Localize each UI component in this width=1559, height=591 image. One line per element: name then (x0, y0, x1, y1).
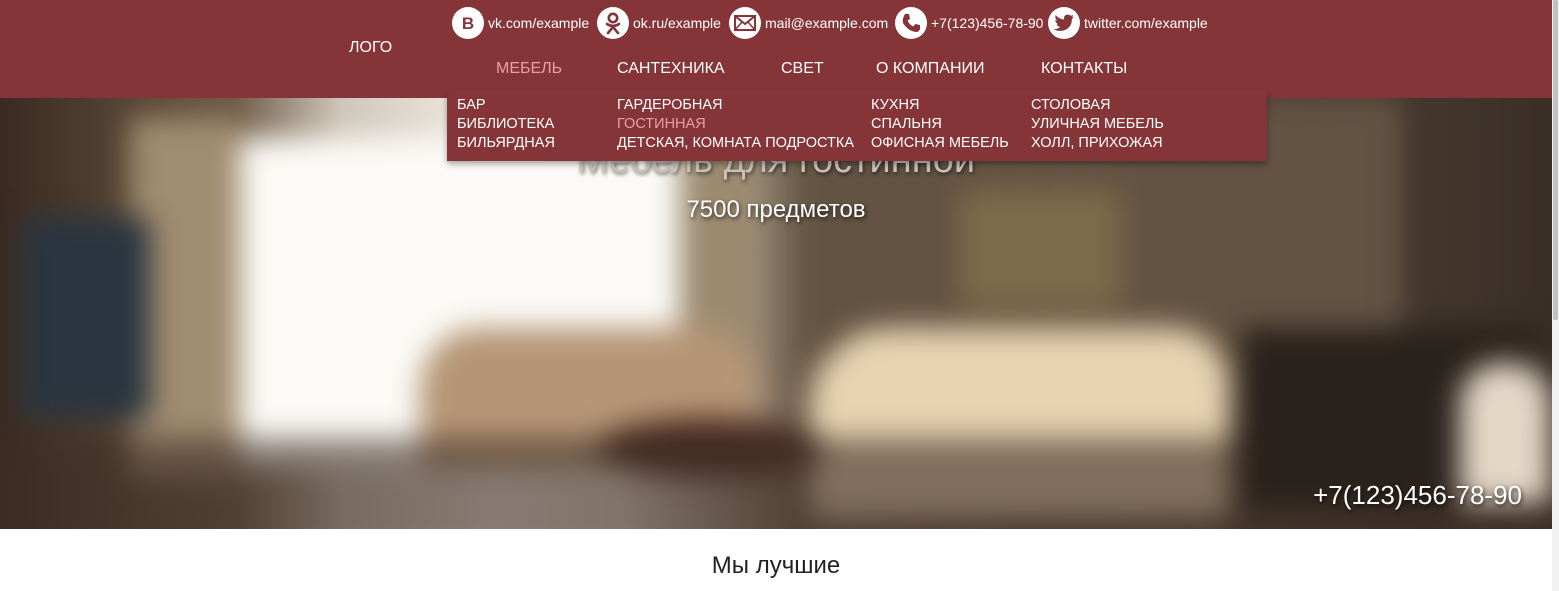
scrollbar-thumb[interactable] (1553, 0, 1558, 320)
twitter-icon (1048, 7, 1080, 39)
furniture-dropdown-menu: БАР БИБЛИОТЕКА БИЛЬЯРДНАЯ ГАРДЕРОБНАЯ ГО… (447, 90, 1267, 161)
contact-vk-text: vk.com/example (488, 15, 590, 31)
hero-phone[interactable]: +7(123)456-78-90 (1313, 480, 1522, 511)
dropdown-item-bar[interactable]: БАР (457, 96, 555, 115)
contact-vk-link[interactable]: B vk.com/example (452, 7, 589, 39)
dropdown-column: СТОЛОВАЯ УЛИЧНАЯ МЕБЕЛЬ ХОЛЛ, ПРИХОЖАЯ (1031, 96, 1164, 153)
site-header: ЛОГО B vk.com/example ok.ru/example mail… (0, 0, 1552, 98)
nav-item-furniture[interactable]: МЕБЕЛЬ (496, 60, 562, 78)
dropdown-item-outdoor[interactable]: УЛИЧНАЯ МЕБЕЛЬ (1031, 115, 1164, 134)
dropdown-column: КУХНЯ СПАЛЬНЯ ОФИСНАЯ МЕБЕЛЬ (871, 96, 1009, 153)
contact-mail-link[interactable]: mail@example.com (729, 7, 888, 39)
dropdown-item-kitchen[interactable]: КУХНЯ (871, 96, 1009, 115)
dropdown-item-library[interactable]: БИБЛИОТЕКА (457, 115, 555, 134)
dropdown-item-wardrobe[interactable]: ГАРДЕРОБНАЯ (617, 96, 854, 115)
contact-phone-link[interactable]: +7(123)456-78-90 (895, 7, 1043, 39)
dropdown-column: БАР БИБЛИОТЕКА БИЛЬЯРДНАЯ (457, 96, 555, 153)
nav-item-contacts[interactable]: КОНТАКТЫ (1041, 60, 1127, 78)
dropdown-item-office[interactable]: ОФИСНАЯ МЕБЕЛЬ (871, 134, 1009, 153)
nav-item-lighting[interactable]: СВЕТ (781, 60, 824, 78)
dropdown-item-dining[interactable]: СТОЛОВАЯ (1031, 96, 1164, 115)
contact-bar: B vk.com/example ok.ru/example mail@exam… (0, 7, 1552, 39)
dropdown-column: ГАРДЕРОБНАЯ ГОСТИННАЯ ДЕТСКАЯ, КОМНАТА П… (617, 96, 854, 153)
contact-mail-text: mail@example.com (765, 15, 889, 31)
contact-phone-text: +7(123)456-78-90 (931, 15, 1044, 31)
hero-banner: Мебель для гостинной 7500 предметов +7(1… (0, 98, 1552, 529)
contact-ok-text: ok.ru/example (633, 15, 721, 31)
contact-ok-link[interactable]: ok.ru/example (597, 7, 721, 39)
vk-icon: B (452, 7, 484, 39)
dropdown-item-bedroom[interactable]: СПАЛЬНЯ (871, 115, 1009, 134)
phone-icon (895, 7, 927, 39)
contact-twitter-link[interactable]: twitter.com/example (1048, 7, 1208, 39)
mail-icon (729, 7, 761, 39)
section-title: Мы лучшие (711, 552, 841, 579)
page-scrollbar[interactable] (1552, 0, 1559, 591)
logo[interactable]: ЛОГО (349, 39, 392, 57)
dropdown-item-living-room[interactable]: ГОСТИННАЯ (617, 115, 854, 134)
odnoklassniki-icon (597, 7, 629, 39)
contact-twitter-text: twitter.com/example (1084, 15, 1208, 31)
dropdown-item-kids-room[interactable]: ДЕТСКАЯ, КОМНАТА ПОДРОСТКА (617, 134, 854, 153)
dropdown-item-hall[interactable]: ХОЛЛ, ПРИХОЖАЯ (1031, 134, 1164, 153)
svg-text:B: B (462, 14, 474, 33)
nav-item-plumbing[interactable]: САНТЕХНИКА (617, 60, 725, 78)
hero-subtitle: 7500 предметов (686, 196, 866, 223)
nav-item-about[interactable]: О КОМПАНИИ (876, 60, 985, 78)
main-nav: МЕБЕЛЬ САНТЕХНИКА СВЕТ О КОМПАНИИ КОНТАК… (0, 60, 1552, 80)
dropdown-item-billiard[interactable]: БИЛЬЯРДНАЯ (457, 134, 555, 153)
